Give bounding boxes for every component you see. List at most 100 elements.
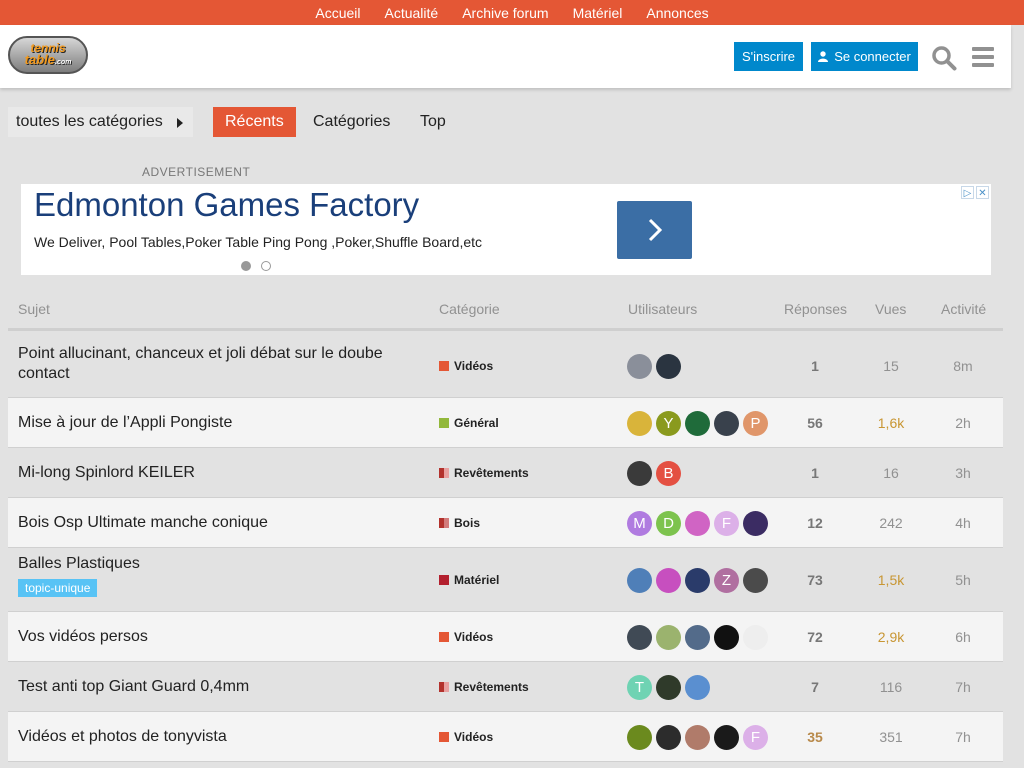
topic-title[interactable]: Bois Osp Ultimate manche conique — [18, 513, 268, 533]
avatar[interactable] — [714, 410, 739, 436]
activity-time[interactable]: 7h — [933, 679, 993, 695]
topic-title[interactable]: Vidéos et photos de tonyvista — [18, 727, 227, 747]
topic-title-text[interactable]: Test anti top Giant Guard 0,4mm — [18, 678, 249, 695]
reply-count[interactable]: 72 — [785, 629, 845, 645]
ad-next-button[interactable] — [617, 201, 692, 259]
topic-category[interactable]: Revêtements — [439, 680, 529, 694]
topic-title[interactable]: Vos vidéos persos — [18, 627, 148, 647]
topic-title[interactable]: Test anti top Giant Guard 0,4mm — [18, 677, 249, 697]
reply-count[interactable]: 56 — [785, 415, 845, 431]
avatar[interactable] — [685, 410, 710, 436]
header-activite[interactable]: Activité — [941, 301, 986, 317]
avatar[interactable]: B — [656, 460, 681, 486]
topnav-actualite[interactable]: Actualité — [385, 5, 439, 21]
activity-time[interactable]: 6h — [933, 629, 993, 645]
topic-title[interactable]: Point allucinant, chanceux et joli débat… — [18, 344, 408, 384]
activity-time[interactable]: 7h — [933, 729, 993, 745]
topic-title-text[interactable]: Vidéos et photos de tonyvista — [18, 728, 227, 745]
topic-title[interactable]: Balles Plastiques topic-unique — [18, 554, 140, 598]
close-ad-icon[interactable]: ✕ — [976, 186, 989, 199]
avatar[interactable] — [714, 624, 739, 650]
topic-row[interactable]: Point allucinant, chanceux et joli débat… — [8, 334, 1003, 398]
avatar[interactable] — [714, 724, 739, 750]
activity-time[interactable]: 8m — [933, 358, 993, 374]
tab-categories[interactable]: Catégories — [301, 107, 402, 137]
avatar[interactable]: Z — [714, 567, 739, 593]
avatar[interactable]: P — [743, 410, 768, 436]
avatar[interactable] — [627, 624, 652, 650]
activity-time[interactable]: 3h — [933, 465, 993, 481]
carousel-dot-1[interactable] — [241, 261, 251, 271]
topic-title[interactable]: Mise à jour de l’Appli Pongiste — [18, 413, 232, 433]
topic-row[interactable]: Mi-long Spinlord KEILER Revêtements B 1 16 3h — [8, 448, 1003, 498]
topic-title-text[interactable]: Bois Osp Ultimate manche conique — [18, 514, 268, 531]
login-button[interactable]: Se connecter — [811, 42, 918, 71]
tab-recents[interactable]: Récents — [213, 107, 296, 137]
avatar[interactable]: F — [714, 510, 739, 536]
topic-category[interactable]: Vidéos — [439, 359, 493, 373]
topic-row[interactable]: Bois Osp Ultimate manche conique Bois M D F 1… — [8, 498, 1003, 548]
topic-title-text[interactable]: Mi-long Spinlord KEILER — [18, 464, 195, 481]
topic-row[interactable]: Test anti top Giant Guard 0,4mm Revêtemen… — [8, 662, 1003, 712]
avatar[interactable] — [656, 624, 681, 650]
adchoices-icon[interactable]: ▷ — [961, 186, 974, 199]
avatar[interactable] — [627, 724, 652, 750]
topic-category[interactable]: Vidéos — [439, 630, 493, 644]
avatar[interactable] — [743, 510, 768, 536]
activity-time[interactable]: 5h — [933, 572, 993, 588]
topnav-archive-forum[interactable]: Archive forum — [462, 5, 548, 21]
avatar[interactable] — [685, 567, 710, 593]
topic-category[interactable]: Bois — [439, 516, 480, 530]
topic-row[interactable]: Vos vidéos persos Vidéos 72 2,9k 6h — [8, 612, 1003, 662]
topnav-accueil[interactable]: Accueil — [315, 5, 360, 21]
avatar[interactable] — [656, 353, 681, 379]
ad-title[interactable]: Edmonton Games Factory — [34, 186, 419, 224]
topic-row[interactable]: Balles Plastiques topic-unique Matériel Z 73… — [8, 548, 1003, 612]
search-icon[interactable] — [931, 45, 957, 71]
reply-count[interactable]: 1 — [785, 465, 845, 481]
reply-count[interactable]: 12 — [785, 515, 845, 531]
topnav-annonces[interactable]: Annonces — [646, 5, 708, 21]
reply-count[interactable]: 73 — [785, 572, 845, 588]
hamburger-menu-icon[interactable] — [972, 47, 994, 67]
avatar[interactable] — [656, 567, 681, 593]
avatar[interactable] — [656, 674, 681, 700]
signup-button[interactable]: S'inscrire — [734, 42, 803, 71]
avatar[interactable] — [627, 460, 652, 486]
activity-time[interactable]: 2h — [933, 415, 993, 431]
avatar[interactable]: T — [627, 674, 652, 700]
avatar[interactable] — [685, 624, 710, 650]
avatar[interactable] — [656, 724, 681, 750]
avatar[interactable] — [685, 724, 710, 750]
carousel-dot-2[interactable] — [261, 261, 271, 271]
category-dropdown[interactable]: toutes les catégories — [8, 107, 193, 137]
avatar[interactable] — [685, 510, 710, 536]
advertisement-banner[interactable]: Edmonton Games Factory We Deliver, Pool … — [21, 184, 991, 275]
topic-row[interactable]: Mise à jour de l’Appli Pongiste Général Y P… — [8, 398, 1003, 448]
avatar[interactable] — [743, 567, 768, 593]
topic-title-text[interactable]: Mise à jour de l’Appli Pongiste — [18, 414, 232, 431]
activity-time[interactable]: 4h — [933, 515, 993, 531]
header-vues[interactable]: Vues — [875, 301, 906, 317]
site-logo[interactable]: tennis table.com — [8, 36, 88, 74]
reply-count[interactable]: 1 — [785, 358, 845, 374]
avatar[interactable]: F — [743, 724, 768, 750]
avatar[interactable] — [685, 674, 710, 700]
topic-title-text[interactable]: Balles Plastiques — [18, 555, 140, 572]
reply-count[interactable]: 35 — [785, 729, 845, 745]
topic-category[interactable]: Revêtements — [439, 466, 529, 480]
avatar[interactable] — [743, 624, 768, 650]
reply-count[interactable]: 7 — [785, 679, 845, 695]
avatar[interactable] — [627, 567, 652, 593]
avatar[interactable]: M — [627, 510, 652, 536]
topic-category[interactable]: Général — [439, 416, 499, 430]
topic-title[interactable]: Mi-long Spinlord KEILER — [18, 463, 195, 483]
topic-title-text[interactable]: Point allucinant, chanceux et joli débat… — [18, 345, 383, 382]
tab-top[interactable]: Top — [408, 107, 458, 137]
topic-category[interactable]: Vidéos — [439, 730, 493, 744]
topic-row[interactable]: Vidéos et photos de tonyvista Vidéos F 35 35… — [8, 712, 1003, 762]
header-reponses[interactable]: Réponses — [784, 301, 847, 317]
avatar[interactable] — [627, 410, 652, 436]
avatar[interactable]: Y — [656, 410, 681, 436]
header-sujet[interactable]: Sujet — [18, 301, 50, 317]
